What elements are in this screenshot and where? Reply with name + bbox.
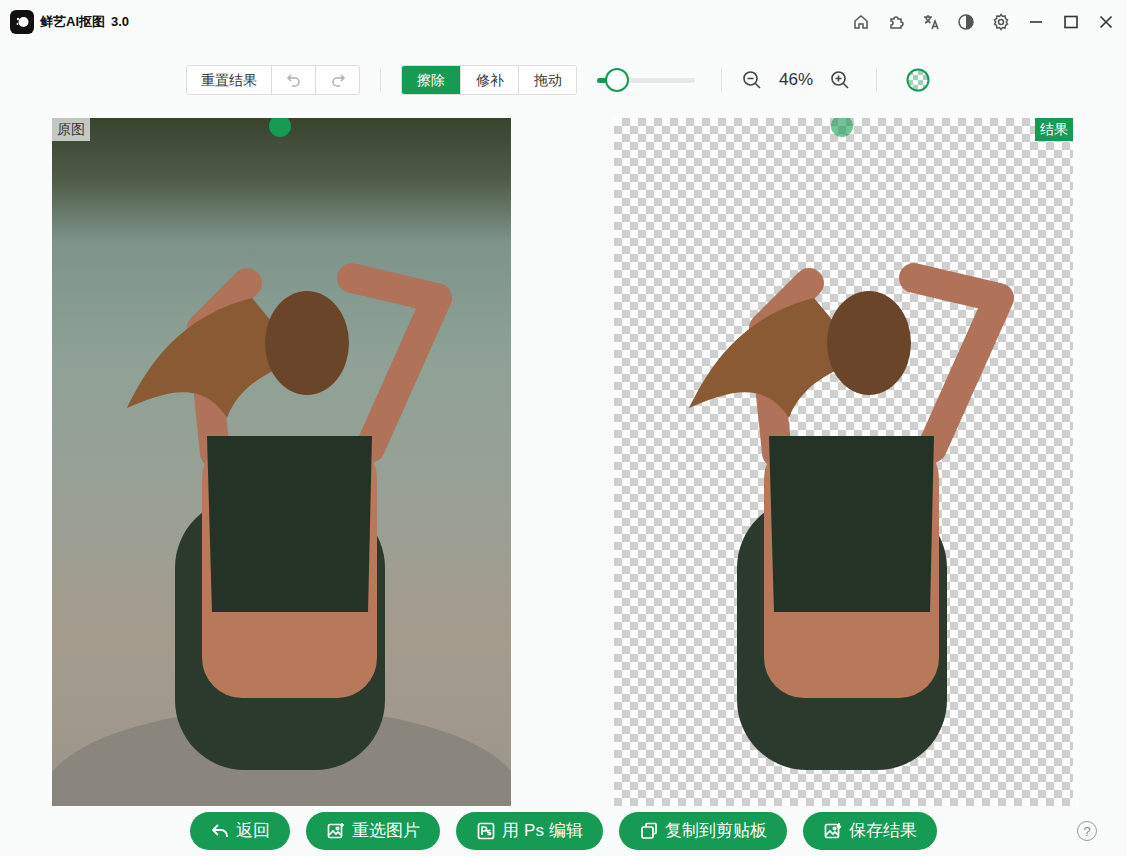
result-label: 结果 (1035, 118, 1073, 141)
slider-knob[interactable] (605, 68, 629, 92)
brush-cursor (831, 118, 853, 137)
action-bar: 返回 重选图片 用 Ps 编辑 复制到剪贴板 保存结果 ? (0, 806, 1127, 856)
logo-icon (10, 10, 34, 34)
mode-tab[interactable]: 修补 (460, 66, 518, 94)
save-image-icon (823, 821, 843, 841)
title-bar: 鲜艺AI抠图 3.0 (0, 0, 1127, 44)
brush-cursor (269, 118, 291, 137)
zoom-in-icon[interactable] (830, 70, 850, 90)
redo-icon (330, 72, 346, 88)
mode-tab[interactable]: 擦除 (402, 66, 460, 94)
reset-button[interactable]: 重置结果 (187, 66, 272, 94)
mode-group: 擦除修补拖动 (401, 65, 577, 95)
button-label: 复制到剪贴板 (665, 818, 767, 844)
back-button[interactable]: 返回 (190, 812, 290, 850)
plugin-icon[interactable] (887, 13, 905, 31)
separator (721, 68, 722, 92)
back-icon (210, 821, 230, 841)
zoom-out-icon[interactable] (742, 70, 762, 90)
maximize-icon[interactable] (1062, 13, 1080, 31)
app-window: 鲜艺AI抠图 3.0 重置结果 擦除修补拖动 (0, 0, 1127, 856)
home-icon[interactable] (852, 13, 870, 31)
copy-icon (639, 821, 659, 841)
button-label: 用 Ps 编辑 (502, 818, 582, 844)
cutout-figure (614, 118, 1073, 806)
save-button[interactable]: 保存结果 (803, 812, 937, 850)
result-image[interactable]: 结果 (614, 118, 1073, 806)
close-icon[interactable] (1097, 13, 1115, 31)
help-button[interactable]: ? (1077, 821, 1097, 841)
photoshop-icon (476, 821, 496, 841)
button-label: 重选图片 (352, 818, 420, 844)
background-toggle-icon[interactable] (905, 67, 931, 93)
zoom-level: 46% (776, 67, 816, 93)
toolbar: 重置结果 擦除修补拖动 46% (0, 44, 1127, 116)
history-group: 重置结果 (186, 65, 360, 95)
gear-icon[interactable] (992, 13, 1010, 31)
translate-icon[interactable] (922, 13, 940, 31)
button-label: 返回 (236, 818, 270, 844)
theme-icon[interactable] (957, 13, 975, 31)
button-label: 保存结果 (849, 818, 917, 844)
original-image[interactable]: 原图 (52, 118, 511, 806)
ps-edit-button[interactable]: 用 Ps 编辑 (456, 812, 602, 850)
app-title: 鲜艺AI抠图 (40, 12, 105, 32)
copy-button[interactable]: 复制到剪贴板 (619, 812, 787, 850)
undo-button[interactable] (272, 66, 316, 94)
separator (876, 68, 877, 92)
reselect-button[interactable]: 重选图片 (306, 812, 440, 850)
photo-figure (52, 118, 511, 806)
separator (380, 68, 381, 92)
minimize-icon[interactable] (1027, 13, 1045, 31)
canvas-area: 原图 结果 (0, 116, 1127, 806)
image-icon (326, 821, 346, 841)
redo-button[interactable] (316, 66, 359, 94)
brush-size-slider[interactable] (597, 78, 695, 83)
mode-tab[interactable]: 拖动 (518, 66, 576, 94)
app-version: 3.0 (111, 12, 129, 32)
undo-icon (286, 72, 302, 88)
original-label: 原图 (52, 118, 90, 141)
